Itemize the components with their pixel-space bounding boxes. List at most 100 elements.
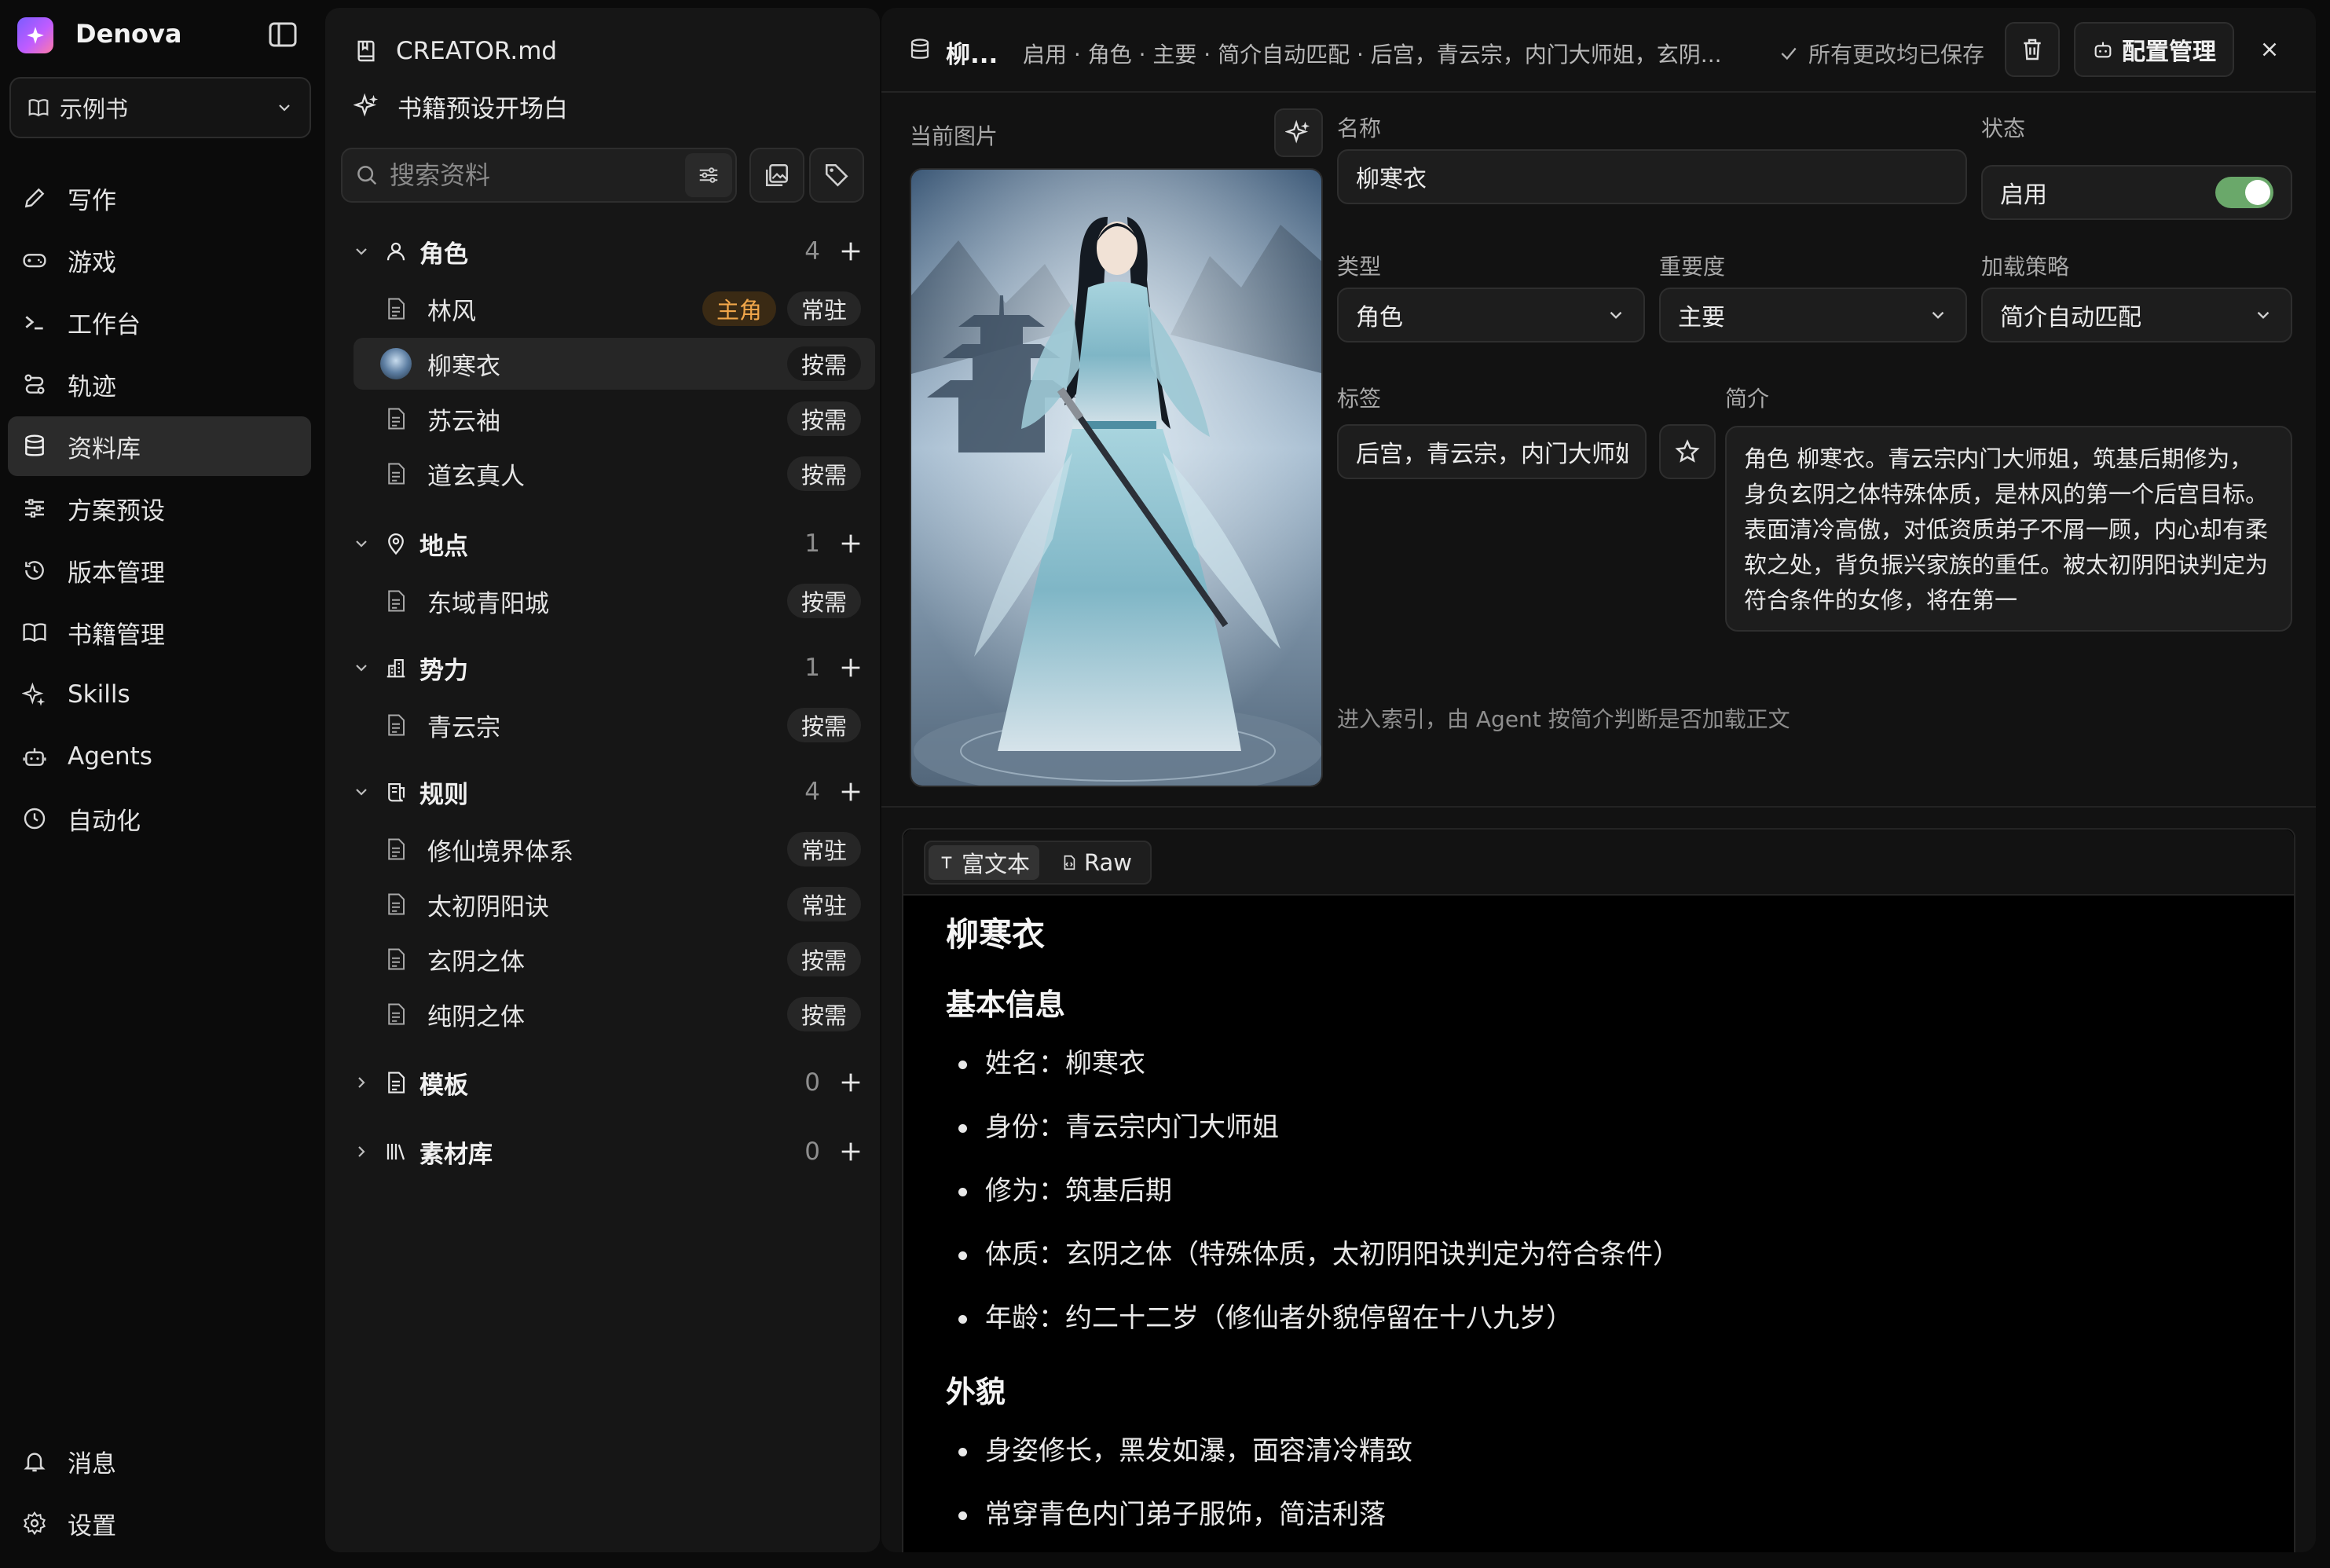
list-item[interactable]: 太初阴阳诀 常驻 <box>354 878 875 930</box>
database-icon <box>19 430 50 462</box>
images-icon <box>765 163 789 187</box>
bot-icon <box>2094 42 2112 58</box>
config-manage-button[interactable]: 配置管理 <box>2074 22 2234 77</box>
list-item[interactable]: 青云宗 按需 <box>354 699 875 751</box>
app-name: Denova <box>75 19 182 49</box>
favorite-button[interactable] <box>1659 424 1716 479</box>
summary-textarea[interactable]: 角色 柳寒衣。青云宗内门大师姐，筑基后期修为，身负玄阴之体特殊体质，是林风的第一… <box>1725 426 2292 632</box>
list-item[interactable]: 纯阴之体 按需 <box>354 988 875 1040</box>
check-icon <box>1781 47 1797 60</box>
nav-label: 设置 <box>68 1511 116 1541</box>
group-rules[interactable]: 规则 4 <box>349 771 864 812</box>
add-rule-button[interactable] <box>837 779 864 805</box>
group-materials[interactable]: 素材库 0 <box>349 1131 864 1172</box>
add-faction-button[interactable] <box>837 654 864 681</box>
nav-item-presets[interactable]: 方案预设 <box>8 478 311 538</box>
nav-item-books[interactable]: 书籍管理 <box>8 603 311 662</box>
group-places[interactable]: 地点 1 <box>349 523 864 564</box>
save-status: 所有更改均已保存 <box>1779 38 1984 69</box>
nav-item-trace[interactable]: 轨迹 <box>8 354 311 414</box>
book-open-icon <box>19 617 50 648</box>
tab-raw[interactable]: Raw <box>1051 845 1141 880</box>
add-material-button[interactable] <box>837 1138 864 1165</box>
map-pin-icon <box>380 532 412 555</box>
entry-meta: 启用 · 角色 · 主要 · 简介自动匹配 · 后宫，青云宗，内门大师姐，玄阴.… <box>1023 42 1722 68</box>
search-input[interactable] <box>390 160 657 190</box>
nav-item-agents[interactable]: Agents <box>8 727 311 786</box>
strategy-select[interactable]: 简介自动匹配 <box>1981 288 2292 343</box>
filter-button[interactable] <box>685 153 732 197</box>
nav-item-messages[interactable]: 消息 <box>8 1431 311 1491</box>
chevron-down-icon <box>279 104 290 112</box>
document-icon <box>380 403 412 434</box>
chevron-right-icon <box>349 1142 374 1161</box>
nav-item-skills[interactable]: Skills <box>8 665 311 724</box>
entry-name: 青云宗 <box>427 713 500 742</box>
entry-detail-panel: 柳... 启用 · 角色 · 主要 · 简介自动匹配 · 后宫，青云宗，内门大师… <box>881 8 2316 1552</box>
load-badge: 常驻 <box>786 832 861 866</box>
list-item[interactable]: 苏云袖 按需 <box>354 393 875 445</box>
character-portrait-image[interactable] <box>910 168 1323 787</box>
group-count: 0 <box>804 1068 820 1097</box>
load-badge: 常驻 <box>786 291 861 326</box>
type-select[interactable]: 角色 <box>1337 288 1645 343</box>
entry-name: 太初阴阳诀 <box>427 892 549 921</box>
nav-item-writing[interactable]: 写作 <box>8 168 311 228</box>
list-item[interactable]: 修仙境界体系 常驻 <box>354 823 875 875</box>
entry-name: 林风 <box>427 297 476 326</box>
status-toggle[interactable] <box>2215 177 2273 208</box>
group-name: 素材库 <box>419 1140 493 1169</box>
list-item: 修为：筑基后期 <box>946 1169 2281 1233</box>
ai-generate-image-button[interactable] <box>1274 108 1323 157</box>
tags-button[interactable] <box>809 148 864 203</box>
nav-item-versions[interactable]: 版本管理 <box>8 540 311 600</box>
user-icon <box>380 240 412 263</box>
list-item[interactable]: 玄阴之体 按需 <box>354 933 875 985</box>
file-book-icon <box>357 40 375 62</box>
delete-button[interactable] <box>2005 22 2060 77</box>
list-item[interactable]: 林风 主角 常驻 <box>354 283 875 335</box>
nav-label: 自动化 <box>68 807 141 836</box>
opening-link[interactable]: 书籍预设开场白 <box>354 86 568 126</box>
gamepad-icon <box>19 244 50 276</box>
add-character-button[interactable] <box>837 238 864 265</box>
nav-label: 书籍管理 <box>68 621 165 650</box>
content-editor[interactable]: 富文本 Raw 柳寒衣 基本信息 姓名：柳寒衣 身份：青云宗内门大师姐 修为：筑… <box>902 828 2295 1552</box>
nav-item-settings[interactable]: 设置 <box>8 1493 311 1553</box>
search-icon <box>357 166 377 185</box>
entry-name: 柳寒衣 <box>427 352 500 381</box>
tab-label: Raw <box>1084 849 1133 876</box>
book-selector[interactable]: 示例书 <box>9 77 311 138</box>
chevron-down-icon <box>1932 311 1944 319</box>
group-factions[interactable]: 势力 1 <box>349 647 864 688</box>
nav-item-library[interactable]: 资料库 <box>8 416 311 476</box>
list-item[interactable]: 东域青阳城 按需 <box>354 575 875 627</box>
document-icon <box>380 458 412 489</box>
nav-label: 游戏 <box>68 248 116 277</box>
nav-item-automation[interactable]: 自动化 <box>8 789 311 848</box>
status-label: 状态 <box>1981 115 2026 141</box>
chevron-down-icon <box>349 658 374 677</box>
group-count: 1 <box>804 529 820 558</box>
tags-value: 后宫，青云宗，内门大师姐 <box>1356 441 1628 468</box>
close-icon[interactable] <box>2258 38 2281 61</box>
image-gallery-button[interactable] <box>749 148 804 203</box>
name-field[interactable]: 柳寒衣 <box>1337 149 1967 204</box>
nav-item-workbench[interactable]: 工作台 <box>8 292 311 352</box>
creator-file-link[interactable]: CREATOR.md <box>354 31 557 71</box>
importance-value: 主要 <box>1678 304 1725 332</box>
trash-icon <box>2024 38 2041 60</box>
nav-item-game[interactable]: 游戏 <box>8 230 311 290</box>
importance-select[interactable]: 主要 <box>1659 288 1967 343</box>
add-template-button[interactable] <box>837 1069 864 1096</box>
sidebar-toggle-icon[interactable] <box>267 20 299 49</box>
list-item[interactable]: 道玄真人 按需 <box>354 448 875 500</box>
list-item-selected[interactable]: 柳寒衣 按需 <box>354 338 875 390</box>
name-field-value: 柳寒衣 <box>1356 166 1427 193</box>
group-characters[interactable]: 角色 4 <box>349 231 864 272</box>
add-place-button[interactable] <box>837 530 864 557</box>
group-templates[interactable]: 模板 0 <box>349 1062 864 1103</box>
tags-input[interactable]: 后宫，青云宗，内门大师姐 <box>1337 424 1647 479</box>
tab-rich-text[interactable]: 富文本 <box>929 845 1040 880</box>
load-badge: 按需 <box>786 346 861 381</box>
